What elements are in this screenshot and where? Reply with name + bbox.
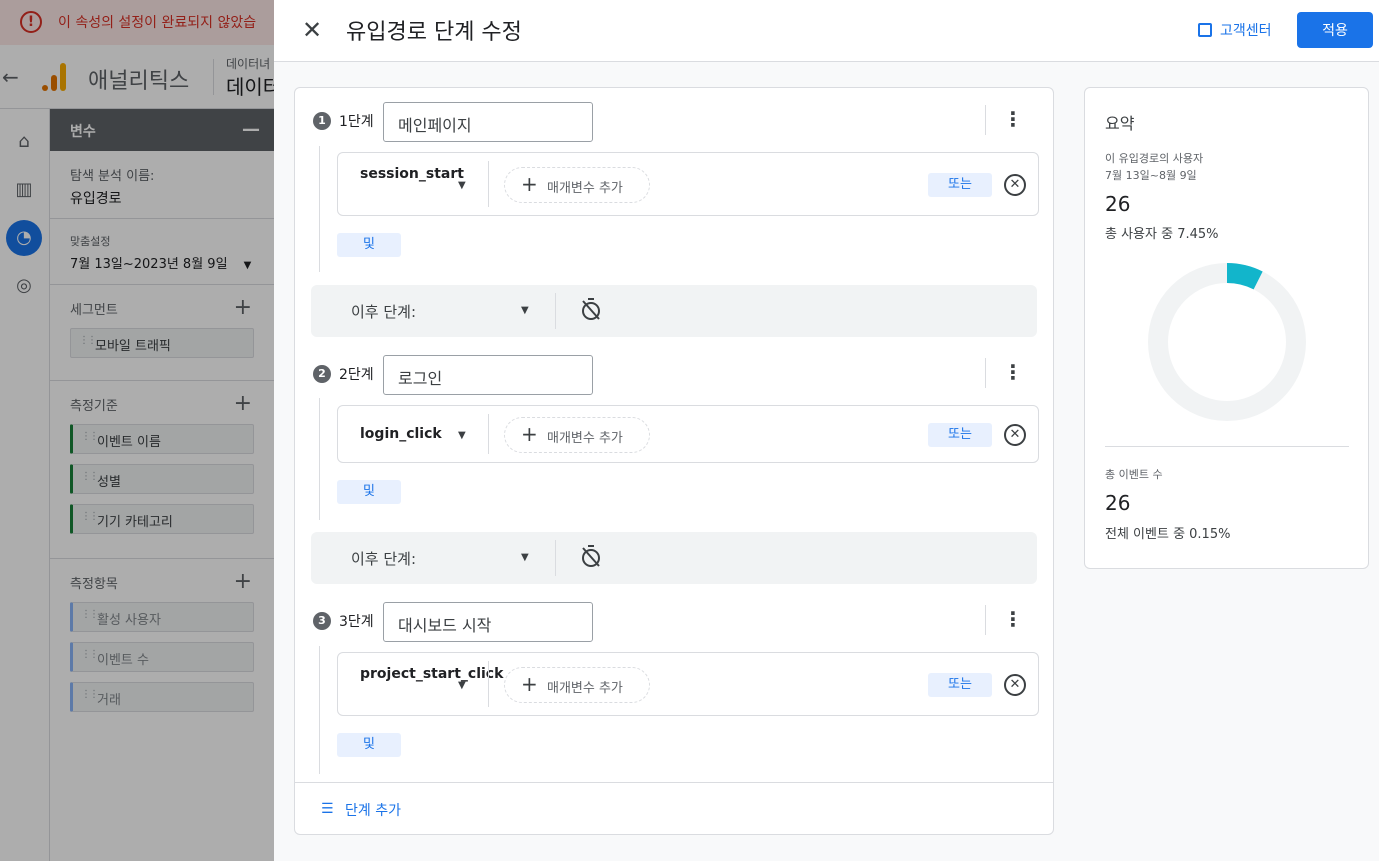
event-name[interactable]: login_click: [360, 424, 460, 444]
or-button[interactable]: 또는: [928, 673, 992, 697]
divider: [555, 293, 556, 329]
and-button[interactable]: 및: [337, 233, 401, 257]
modal-scrim[interactable]: [0, 0, 274, 861]
funnel-users-label: 이 유입경로의 사용자: [1105, 152, 1204, 165]
or-button[interactable]: 또는: [928, 173, 992, 197]
add-step-list-icon: ☰: [321, 801, 334, 817]
step-name-input[interactable]: 대시보드 시작: [383, 602, 593, 642]
divider: [985, 105, 986, 135]
total-events-value: 26: [1105, 491, 1131, 515]
add-parameter-button[interactable]: 매개변수 추가: [504, 667, 650, 703]
divider: [985, 605, 986, 635]
step-number-badge: 3: [313, 612, 331, 630]
next-step-dropdown-icon[interactable]: ▼: [521, 305, 529, 316]
divider: [1105, 446, 1349, 447]
total-events-label: 총 이벤트 수: [1105, 468, 1163, 481]
next-step-timing: 이후 단계: ▼: [311, 532, 1037, 584]
total-events-share: 전체 이벤트 중 0.15%: [1105, 527, 1231, 542]
edit-funnel-steps-dialog: ✕ 유입경로 단계 수정 고객센터 적용 1 1단계 메인페이지 ⋮ sessi…: [274, 0, 1379, 861]
event-dropdown-icon[interactable]: ▼: [458, 680, 466, 691]
next-step-label[interactable]: 이후 단계:: [351, 301, 416, 322]
event-name[interactable]: session_start: [360, 164, 464, 184]
or-button[interactable]: 또는: [928, 423, 992, 447]
and-button[interactable]: 및: [337, 480, 401, 504]
timer-off-icon[interactable]: [581, 297, 601, 321]
step-name-input[interactable]: 로그인: [383, 355, 593, 395]
and-button[interactable]: 및: [337, 733, 401, 757]
step-connector: [319, 398, 320, 520]
divider: [488, 661, 489, 707]
step-number-badge: 2: [313, 365, 331, 383]
users-share-donut: [1148, 263, 1306, 421]
step-more-icon[interactable]: ⋮: [1003, 360, 1023, 384]
divider: [488, 161, 489, 207]
step-number-badge: 1: [313, 112, 331, 130]
remove-condition-icon[interactable]: ✕: [1004, 174, 1026, 196]
timer-off-icon[interactable]: [581, 544, 601, 568]
next-step-label[interactable]: 이후 단계:: [351, 548, 416, 569]
close-icon[interactable]: ✕: [302, 16, 322, 44]
help-center-link[interactable]: 고객센터: [1198, 20, 1272, 40]
donut-track: [1148, 263, 1306, 421]
divider: [985, 358, 986, 388]
next-step-timing: 이후 단계: ▼: [311, 285, 1037, 337]
funnel-users-share: 총 사용자 중 7.45%: [1105, 227, 1219, 242]
step-more-icon[interactable]: ⋮: [1003, 107, 1023, 131]
summary-date-range: 7월 13일~8월 9일: [1105, 169, 1197, 182]
add-parameter-button[interactable]: 매개변수 추가: [504, 417, 650, 453]
open-external-icon: [1198, 23, 1212, 37]
divider: [555, 540, 556, 576]
dialog-title: 유입경로 단계 수정: [346, 20, 522, 45]
divider: [488, 414, 489, 454]
add-parameter-button[interactable]: 매개변수 추가: [504, 167, 650, 203]
remove-condition-icon[interactable]: ✕: [1004, 674, 1026, 696]
step-label: 3단계: [339, 614, 374, 630]
remove-condition-icon[interactable]: ✕: [1004, 424, 1026, 446]
step-label: 2단계: [339, 367, 374, 383]
add-step-row: ☰ 단계 추가: [295, 782, 1053, 834]
step-condition: session_start ▼ 매개변수 추가 또는 ✕: [337, 152, 1039, 216]
steps-card: 1 1단계 메인페이지 ⋮ session_start ▼ 매개변수 추가 또는…: [294, 87, 1054, 835]
help-center-label: 고객센터: [1220, 23, 1272, 39]
step-more-icon[interactable]: ⋮: [1003, 607, 1023, 631]
step-label: 1단계: [339, 114, 374, 130]
step-condition: login_click ▼ 매개변수 추가 또는 ✕: [337, 405, 1039, 463]
step-connector: [319, 646, 320, 774]
next-step-dropdown-icon[interactable]: ▼: [521, 552, 529, 563]
add-step-button[interactable]: 단계 추가: [345, 800, 401, 820]
summary-title: 요약: [1105, 114, 1135, 133]
summary-card: 요약 이 유입경로의 사용자 7월 13일~8월 9일 26 총 사용자 중 7…: [1084, 87, 1369, 569]
step-name-input[interactable]: 메인페이지: [383, 102, 593, 142]
apply-button[interactable]: 적용: [1297, 12, 1373, 48]
event-dropdown-icon[interactable]: ▼: [458, 430, 466, 441]
step-connector: [319, 146, 320, 272]
event-name[interactable]: project_start_click: [360, 664, 503, 684]
dialog-header: ✕ 유입경로 단계 수정 고객센터 적용: [274, 0, 1379, 62]
funnel-users-value: 26: [1105, 192, 1131, 216]
event-dropdown-icon[interactable]: ▼: [458, 180, 466, 191]
step-condition: project_start_click ▼ 매개변수 추가 또는 ✕: [337, 652, 1039, 716]
